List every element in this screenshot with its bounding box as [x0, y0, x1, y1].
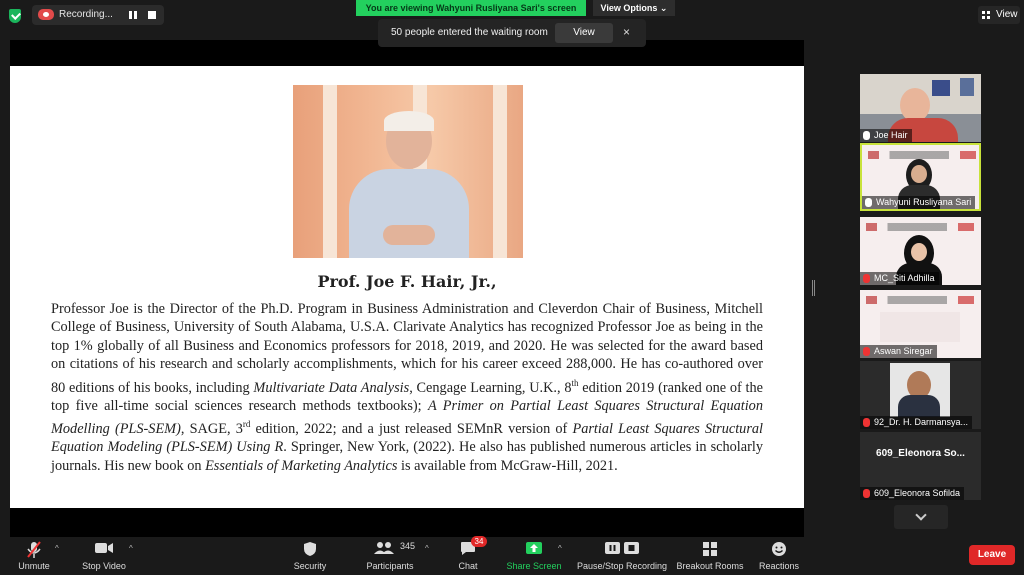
participant-tile[interactable]: Aswan Siregar	[860, 290, 981, 358]
microphone-muted-icon	[863, 347, 870, 356]
breakout-rooms-button[interactable]: Breakout Rooms	[676, 537, 744, 575]
chevron-up-icon[interactable]: ^	[558, 544, 562, 553]
waiting-room-notification: 50 people entered the waiting room View …	[378, 19, 646, 47]
view-options-label: View Options	[600, 3, 658, 13]
unmute-label: Unmute	[18, 561, 50, 571]
participant-tile[interactable]: 609_Eleonora So... 609_Eleonora Sofilda	[860, 432, 981, 500]
waiting-room-view-button[interactable]: View	[555, 23, 613, 43]
participant-name: MC_Siti Adhilla	[860, 272, 939, 285]
participant-name: 609_Eleonora Sofilda	[860, 487, 965, 500]
view-layout-button[interactable]: View	[978, 6, 1020, 24]
microphone-muted-icon	[863, 274, 870, 283]
speaker-photo	[293, 85, 523, 258]
chat-label: Chat	[458, 561, 478, 571]
chevron-up-icon[interactable]: ^	[425, 544, 429, 553]
recording-label: Recording...	[59, 9, 113, 20]
cloud-recording-icon	[38, 9, 54, 20]
smiley-icon	[772, 542, 786, 556]
shield-icon[interactable]	[9, 9, 21, 23]
close-icon[interactable]: ×	[623, 25, 630, 39]
stop-video-label: Stop Video	[82, 561, 126, 571]
chevron-up-icon[interactable]: ^	[129, 544, 133, 553]
chevron-up-icon[interactable]: ^	[55, 544, 59, 553]
slide-body: Professor Joe is the Director of the Ph.…	[51, 301, 764, 474]
participants-count: 345	[400, 541, 416, 551]
participant-video-off-name: 609_Eleonora So...	[876, 448, 965, 459]
pause-stop-recording-button[interactable]: Pause/Stop Recording	[574, 537, 670, 575]
view-layout-label: View	[996, 9, 1018, 20]
waiting-room-text: 50 people entered the waiting room	[391, 27, 548, 38]
participant-name: Wahyuni Rusliyana Sari	[862, 196, 976, 209]
chat-unread-badge: 34	[471, 536, 487, 547]
microphone-icon	[865, 198, 872, 207]
panel-resize-handle[interactable]	[812, 280, 815, 296]
view-options-button[interactable]: View Options ⌄	[593, 0, 675, 16]
breakout-rooms-icon	[703, 542, 717, 556]
participant-name: 92_Dr. H. Darmansya...	[860, 416, 973, 429]
pause-stop-icon	[605, 542, 639, 554]
pause-icon[interactable]	[129, 11, 137, 19]
unmute-button[interactable]: Unmute	[10, 537, 58, 575]
shared-screen: Prof. Joe F. Hair, Jr., Professor Joe is…	[10, 40, 804, 537]
breakout-rooms-label: Breakout Rooms	[676, 561, 744, 571]
share-screen-icon	[526, 542, 542, 554]
stop-video-button[interactable]: Stop Video	[78, 537, 130, 575]
participants-icon	[374, 542, 394, 554]
participant-tile[interactable]: MC_Siti Adhilla	[860, 217, 981, 285]
participant-tile-active-speaker[interactable]: Wahyuni Rusliyana Sari	[860, 143, 981, 211]
share-screen-button[interactable]: Share Screen	[504, 537, 564, 575]
recording-indicator: Recording...	[32, 5, 164, 25]
meeting-toolbar: Unmute ^ Stop Video ^ Security 345 Parti…	[0, 537, 1024, 575]
reactions-label: Reactions	[758, 561, 800, 571]
microphone-muted-icon	[27, 541, 41, 558]
grid-icon	[982, 11, 990, 19]
participants-button[interactable]: 345 Participants	[362, 537, 418, 575]
reactions-button[interactable]: Reactions	[756, 537, 802, 575]
gallery-next-button[interactable]	[894, 505, 948, 529]
leave-button[interactable]: Leave	[969, 545, 1015, 565]
microphone-muted-icon	[863, 489, 870, 498]
participants-label: Participants	[366, 561, 414, 571]
viewing-banner: You are viewing Wahyuni Rusliyana Sari's…	[356, 0, 586, 16]
participant-tile[interactable]: Joe Hair	[860, 74, 981, 142]
video-camera-icon	[95, 543, 113, 553]
security-label: Security	[293, 561, 327, 571]
share-screen-label: Share Screen	[506, 561, 562, 571]
shield-icon	[304, 542, 316, 556]
slide-title: Prof. Joe F. Hair, Jr.,	[317, 272, 497, 291]
presentation-slide: Prof. Joe F. Hair, Jr., Professor Joe is…	[10, 66, 804, 508]
security-button[interactable]: Security	[290, 537, 330, 575]
pause-stop-recording-label: Pause/Stop Recording	[576, 561, 668, 571]
microphone-icon	[863, 131, 870, 140]
participant-name: Aswan Siregar	[860, 345, 937, 358]
participant-tile[interactable]: 92_Dr. H. Darmansya...	[860, 361, 981, 429]
microphone-muted-icon	[863, 418, 870, 427]
chevron-down-icon: ⌄	[659, 3, 668, 13]
stop-icon[interactable]	[148, 11, 156, 19]
